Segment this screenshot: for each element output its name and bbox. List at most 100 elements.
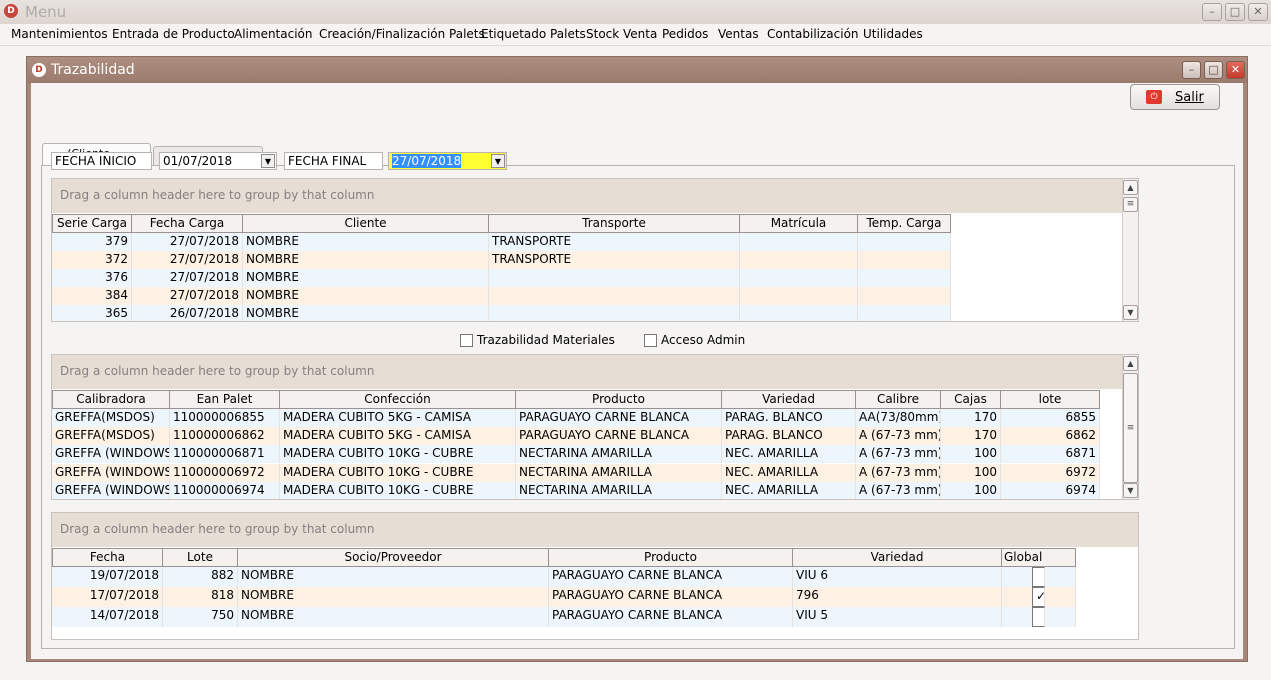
- end-date-picker[interactable]: 27/07/2018 ▼: [388, 152, 507, 170]
- col-header-lote[interactable]: lote: [1001, 390, 1100, 409]
- cell: GREFFA(MSDOS): [52, 427, 170, 445]
- menu-item-mantenimientos[interactable]: Mantenimientos: [11, 27, 108, 41]
- col-header-cajas[interactable]: Cajas: [941, 390, 1001, 409]
- global-checkbox-checked[interactable]: ✓: [1032, 587, 1045, 607]
- col-header-matricula[interactable]: Matrícula: [740, 214, 858, 233]
- cell: 27/07/2018: [132, 269, 243, 287]
- menu-item-creacion-palets[interactable]: Creación/Finalización Palets: [319, 27, 485, 41]
- col-header-ean-palet[interactable]: Ean Palet: [170, 390, 280, 409]
- table-row[interactable]: 14/07/2018 750 NOMBRE PARAGUAYO CARNE BL…: [52, 607, 1076, 627]
- cell: PARAGUAYO CARNE BLANCA: [516, 409, 722, 427]
- vertical-scrollbar[interactable]: ▲ ≡ ▼: [1122, 355, 1138, 499]
- global-checkbox[interactable]: [1032, 567, 1045, 587]
- cell: NECTARINA AMARILLA: [516, 482, 722, 499]
- menu-item-entrada-producto[interactable]: Entrada de Producto: [112, 27, 235, 41]
- loads-grid: Drag a column header here to group by th…: [51, 178, 1139, 322]
- scroll-up-icon[interactable]: ▲: [1123, 356, 1138, 371]
- cell: NOMBRE: [243, 251, 489, 269]
- maximize-icon[interactable]: □: [1225, 3, 1245, 21]
- table-row[interactable]: 19/07/2018 882 NOMBRE PARAGUAYO CARNE BL…: [52, 567, 1076, 587]
- trazabilidad-window: D Trazabilidad – □ ✕ ⏻ Salir (Cliente---…: [26, 56, 1248, 662]
- table-row[interactable]: 379 27/07/2018 NOMBRE TRANSPORTE: [52, 233, 951, 251]
- cell: TRANSPORTE: [489, 251, 740, 269]
- col-header-cliente[interactable]: Cliente: [243, 214, 489, 233]
- cell: A (67-73 mm): [856, 427, 941, 445]
- table-row[interactable]: GREFFA (WINDOWS 110000006871 MADERA CUBI…: [52, 445, 1100, 463]
- menu-item-contabilizacion[interactable]: Contabilización: [767, 27, 859, 41]
- exit-button-label: Salir: [1175, 90, 1204, 105]
- cell: NECTARINA AMARILLA: [516, 445, 722, 463]
- col-header-serie-carga[interactable]: Serie Carga: [52, 214, 132, 233]
- col-header-socio-proveedor[interactable]: Socio/Proveedor: [238, 548, 549, 567]
- vertical-scrollbar[interactable]: ▲ ≡ ▼: [1122, 179, 1138, 321]
- acceso-admin-checkbox[interactable]: Acceso Admin: [644, 333, 745, 347]
- cell: NOMBRE: [238, 607, 549, 627]
- checkbox-box[interactable]: [644, 334, 657, 347]
- col-header-temp-carga[interactable]: Temp. Carga: [858, 214, 951, 233]
- chevron-down-icon[interactable]: ▼: [491, 154, 505, 168]
- cell: TRANSPORTE: [489, 233, 740, 251]
- cell: PARAG. BLANCO: [722, 409, 856, 427]
- col-header-calibre[interactable]: Calibre: [856, 390, 941, 409]
- col-header-variedad[interactable]: Variedad: [722, 390, 856, 409]
- cell: 818: [163, 587, 238, 607]
- col-header-producto[interactable]: Producto: [549, 548, 793, 567]
- checkbox-box[interactable]: [460, 334, 473, 347]
- table-row[interactable]: GREFFA (WINDOWS 110000006974 MADERA CUBI…: [52, 482, 1100, 499]
- exit-icon: ⏻: [1146, 90, 1162, 104]
- cell: GREFFA(MSDOS): [52, 409, 170, 427]
- window-minimize-icon[interactable]: –: [1182, 61, 1201, 79]
- scroll-up-icon[interactable]: ▲: [1123, 180, 1138, 195]
- col-header-global[interactable]: Global: [1002, 548, 1076, 567]
- global-cell: [1002, 607, 1076, 627]
- exit-button[interactable]: ⏻ Salir: [1130, 84, 1220, 110]
- table-row[interactable]: 384 27/07/2018 NOMBRE: [52, 287, 951, 305]
- cell: 170: [941, 427, 1001, 445]
- table-row[interactable]: GREFFA(MSDOS) 110000006855 MADERA CUBITO…: [52, 409, 1100, 427]
- minimize-icon[interactable]: –: [1202, 3, 1222, 21]
- col-header-producto[interactable]: Producto: [516, 390, 722, 409]
- start-date-picker[interactable]: 01/07/2018 ▼: [159, 152, 277, 170]
- table-row[interactable]: GREFFA (WINDOWS 110000006972 MADERA CUBI…: [52, 464, 1100, 482]
- cell: 14/07/2018: [52, 607, 163, 627]
- col-header-lote[interactable]: Lote: [163, 548, 238, 567]
- table-row[interactable]: GREFFA(MSDOS) 110000006862 MADERA CUBITO…: [52, 427, 1100, 445]
- end-date-label: FECHA FINAL: [284, 152, 383, 170]
- plots-grid-header: Fecha Lote Socio/Proveedor Producto Vari…: [52, 548, 1076, 567]
- scroll-thumb[interactable]: ≡: [1123, 197, 1138, 212]
- window-title: Trazabilidad: [51, 62, 135, 78]
- window-close-icon[interactable]: ✕: [1226, 61, 1245, 79]
- table-row[interactable]: 17/07/2018 818 NOMBRE PARAGUAYO CARNE BL…: [52, 587, 1076, 607]
- col-header-confeccion[interactable]: Confección: [280, 390, 516, 409]
- close-icon[interactable]: ✕: [1248, 3, 1268, 21]
- window-client-area: ⏻ Salir (Cliente---->Parcela) (Parcela--…: [31, 83, 1243, 659]
- window-maximize-icon[interactable]: □: [1204, 61, 1223, 79]
- scroll-thumb[interactable]: ≡: [1123, 373, 1138, 483]
- table-row[interactable]: 372 27/07/2018 NOMBRE TRANSPORTE: [52, 251, 951, 269]
- cell: 882: [163, 567, 238, 587]
- start-date-label: FECHA INICIO: [51, 152, 152, 170]
- menu-item-etiquetado-palets[interactable]: Etiquetado Palets: [481, 27, 586, 41]
- table-row[interactable]: 365 26/07/2018 NOMBRE: [52, 305, 951, 321]
- col-header-transporte[interactable]: Transporte: [489, 214, 740, 233]
- menu-item-alimentacion[interactable]: Alimentación: [234, 27, 313, 41]
- cell: PARAG. BLANCO: [722, 427, 856, 445]
- menu-item-utilidades[interactable]: Utilidades: [863, 27, 923, 41]
- col-header-fecha[interactable]: Fecha: [52, 548, 163, 567]
- window-logo-icon: D: [32, 63, 46, 77]
- table-row[interactable]: 376 27/07/2018 NOMBRE: [52, 269, 951, 287]
- scroll-down-icon[interactable]: ▼: [1123, 483, 1138, 498]
- cell: NOMBRE: [243, 269, 489, 287]
- col-header-calibradora[interactable]: Calibradora: [52, 390, 170, 409]
- col-header-fecha-carga[interactable]: Fecha Carga: [132, 214, 243, 233]
- chevron-down-icon[interactable]: ▼: [261, 154, 275, 168]
- cell: NOMBRE: [243, 305, 489, 321]
- scroll-down-icon[interactable]: ▼: [1123, 305, 1138, 320]
- trazabilidad-materiales-checkbox[interactable]: Trazabilidad Materiales: [460, 333, 615, 347]
- col-header-variedad[interactable]: Variedad: [793, 548, 1002, 567]
- menu-item-stock-venta[interactable]: Stock Venta: [586, 27, 657, 41]
- global-checkbox[interactable]: [1032, 607, 1045, 627]
- menu-item-ventas[interactable]: Ventas: [718, 27, 759, 41]
- cell: A (67-73 mm): [856, 464, 941, 482]
- menu-item-pedidos[interactable]: Pedidos: [662, 27, 708, 41]
